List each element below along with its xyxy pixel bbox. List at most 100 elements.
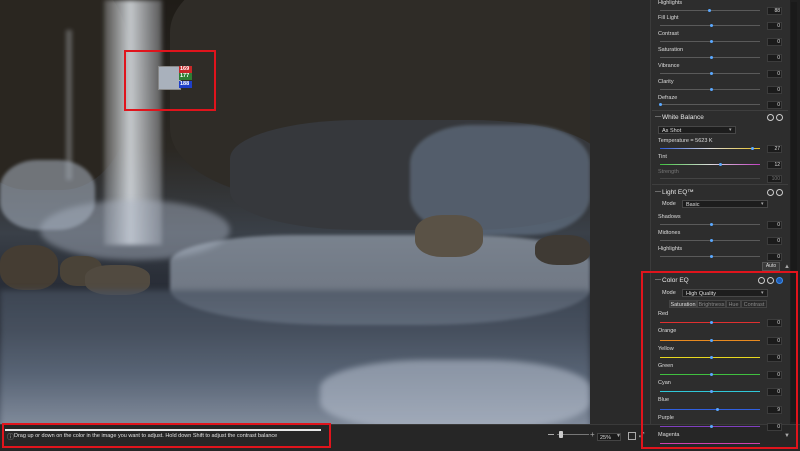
boulder-5 bbox=[535, 235, 590, 265]
blue-slider-thumb[interactable] bbox=[716, 408, 719, 411]
purple-slider-thumb[interactable] bbox=[710, 425, 713, 428]
slider-label-defraze: Defraze bbox=[658, 95, 678, 101]
eyedropper-icon[interactable] bbox=[767, 277, 774, 284]
tab-contrast[interactable]: Contrast bbox=[741, 300, 767, 308]
tab-saturation[interactable]: Saturation bbox=[669, 300, 697, 308]
chevron-down-icon[interactable]: ▾ bbox=[761, 201, 764, 207]
temperature-label: Temperature = 5623 K bbox=[658, 138, 713, 144]
midtones-slider-thumb[interactable] bbox=[710, 239, 713, 242]
snow-bank-left bbox=[0, 160, 95, 230]
tab-brightness[interactable]: Brightness bbox=[697, 300, 726, 308]
orange-value[interactable]: 0 bbox=[767, 337, 782, 345]
green-slider-thumb[interactable] bbox=[710, 373, 713, 376]
section-divider bbox=[652, 184, 788, 185]
temperature-value[interactable]: 27 bbox=[767, 145, 782, 153]
eq-highlights-slider-thumb[interactable] bbox=[710, 255, 713, 258]
tint-slider-thumb[interactable] bbox=[719, 163, 722, 166]
fill-light-value[interactable]: 0 bbox=[767, 22, 782, 30]
scroll-up-icon[interactable]: ▲ bbox=[784, 264, 790, 270]
cyan-value[interactable]: 0 bbox=[767, 388, 782, 396]
blue-value[interactable]: 9 bbox=[767, 406, 782, 414]
yellow-value[interactable]: 0 bbox=[767, 354, 782, 362]
slider-label-orange: Orange bbox=[658, 328, 677, 334]
strength-slider[interactable] bbox=[660, 178, 760, 179]
midtones-value[interactable]: 0 bbox=[767, 237, 782, 245]
sampled-color-swatch bbox=[158, 66, 181, 90]
slider-label-eq-highlights: Highlights bbox=[658, 246, 683, 252]
collapse-icon[interactable]: — bbox=[655, 277, 661, 283]
cyan-slider-thumb[interactable] bbox=[710, 390, 713, 393]
settings-icon[interactable] bbox=[767, 189, 774, 196]
image-canvas[interactable] bbox=[0, 0, 590, 424]
color-eq-mode-label: Mode bbox=[662, 290, 676, 296]
slider-label-cyan: Cyan bbox=[658, 380, 671, 386]
zoom-in-icon[interactable]: + bbox=[590, 430, 595, 439]
color-eq-title: Color EQ bbox=[662, 277, 689, 284]
tab-hue[interactable]: Hue bbox=[726, 300, 741, 308]
section-divider bbox=[652, 110, 788, 111]
status-hint-text: Drag up or down on the color in the imag… bbox=[14, 433, 278, 439]
shadows-value[interactable]: 0 bbox=[767, 221, 782, 229]
green-value[interactable]: 0 bbox=[767, 371, 782, 379]
slider-label-saturation: Saturation bbox=[658, 47, 684, 53]
slider-label-clarity: Clarity bbox=[658, 79, 674, 85]
collapse-icon[interactable]: — bbox=[655, 189, 661, 195]
chevron-down-icon[interactable]: ▾ bbox=[761, 290, 764, 296]
collapse-icon[interactable]: — bbox=[655, 114, 661, 120]
sample-blue-value: 188 bbox=[179, 81, 192, 88]
orange-slider-thumb[interactable] bbox=[710, 339, 713, 342]
temperature-slider-thumb[interactable] bbox=[751, 147, 754, 150]
fit-to-window-icon[interactable] bbox=[628, 432, 636, 440]
temperature-slider[interactable] bbox=[660, 148, 760, 149]
power-icon[interactable] bbox=[776, 189, 783, 196]
sample-red-value: 169 bbox=[179, 66, 192, 73]
light-eq-mode-select[interactable]: Basic bbox=[682, 200, 768, 208]
slider-label-purple: Purple bbox=[658, 415, 674, 421]
yellow-slider-thumb[interactable] bbox=[710, 356, 713, 359]
chevron-down-icon[interactable]: ▾ bbox=[729, 127, 732, 133]
settings-icon[interactable] bbox=[758, 277, 765, 284]
chevron-down-icon[interactable]: ▼ bbox=[616, 433, 621, 439]
clarity-slider-thumb[interactable] bbox=[710, 88, 713, 91]
fill-light-slider-thumb[interactable] bbox=[710, 24, 713, 27]
highlights-slider-thumb[interactable] bbox=[708, 9, 711, 12]
white-balance-preset-select[interactable]: As Shot bbox=[658, 126, 736, 134]
zoom-slider-thumb[interactable] bbox=[559, 431, 563, 438]
slider-label-vibrance: Vibrance bbox=[658, 63, 680, 69]
auto-button[interactable]: Auto bbox=[762, 262, 780, 271]
eq-highlights-value[interactable]: 0 bbox=[767, 253, 782, 261]
shadows-slider-thumb[interactable] bbox=[710, 223, 713, 226]
contrast-value[interactable]: 0 bbox=[767, 38, 782, 46]
purple-value[interactable]: 0 bbox=[767, 423, 782, 431]
defraze-slider-thumb[interactable] bbox=[659, 103, 662, 106]
defraze-value[interactable]: 0 bbox=[767, 101, 782, 109]
saturation-value[interactable]: 0 bbox=[767, 54, 782, 62]
zoom-out-icon[interactable] bbox=[548, 434, 554, 435]
settings-icon[interactable] bbox=[767, 114, 774, 121]
rapids bbox=[320, 360, 590, 424]
strength-value[interactable]: 100 bbox=[767, 175, 782, 183]
slider-label-highlights: Highlights bbox=[658, 0, 683, 6]
tint-slider[interactable] bbox=[660, 164, 760, 165]
waterfall-thin bbox=[66, 30, 72, 180]
magenta-slider[interactable] bbox=[660, 443, 760, 444]
tint-value[interactable]: 12 bbox=[767, 161, 782, 169]
power-icon[interactable] bbox=[776, 277, 783, 284]
power-icon[interactable] bbox=[776, 114, 783, 121]
blue-slider[interactable] bbox=[660, 409, 760, 410]
slider-label-fill-light: Fill Light bbox=[658, 15, 679, 21]
red-slider-thumb[interactable] bbox=[710, 321, 713, 324]
color-eq-mode-select[interactable]: High Quality bbox=[682, 289, 768, 297]
slider-label-midtones: Midtones bbox=[658, 230, 681, 236]
saturation-slider-thumb[interactable] bbox=[710, 56, 713, 59]
clarity-value[interactable]: 0 bbox=[767, 86, 782, 94]
red-value[interactable]: 0 bbox=[767, 319, 782, 327]
vibrance-slider-thumb[interactable] bbox=[710, 72, 713, 75]
vibrance-value[interactable]: 0 bbox=[767, 70, 782, 78]
slider-label-contrast: Contrast bbox=[658, 31, 679, 37]
highlights-value[interactable]: 88 bbox=[767, 7, 782, 15]
white-balance-title: White Balance bbox=[662, 114, 704, 121]
info-icon: ⓘ bbox=[7, 434, 14, 441]
contrast-slider-thumb[interactable] bbox=[710, 40, 713, 43]
defraze-slider[interactable] bbox=[660, 104, 760, 105]
